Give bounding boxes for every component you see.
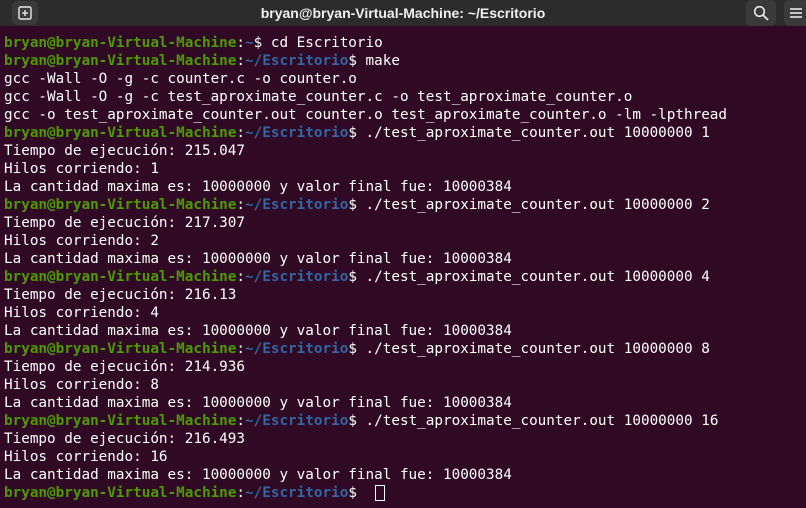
prompt-symbol: $ — [348, 269, 366, 285]
prompt-line: bryan@bryan-Virtual-Machine:~/Escritorio… — [4, 196, 806, 214]
output-line: Tiempo de ejecución: 214.936 — [4, 359, 246, 375]
prompt-path: ~/Escritorio — [245, 485, 349, 501]
prompt-separator: : — [236, 197, 246, 213]
command-text: ./test_aproximate_counter.out 10000000 8 — [365, 341, 710, 357]
output-line: La cantidad maxima es: 10000000 y valor … — [4, 251, 512, 267]
prompt-line: bryan@bryan-Virtual-Machine:~/Escritorio… — [4, 52, 806, 70]
prompt-separator: : — [236, 269, 246, 285]
output-line: Tiempo de ejecución: 216.493 — [4, 431, 246, 447]
prompt-user: bryan@bryan-Virtual-Machine — [4, 269, 237, 285]
command-text: ./test_aproximate_counter.out 10000000 1 — [365, 125, 710, 141]
prompt-symbol: $ — [348, 53, 366, 69]
prompt-line: bryan@bryan-Virtual-Machine:~/Escritorio… — [4, 124, 806, 142]
output-line: Hilos corriendo: 1 — [4, 161, 159, 177]
title-bar: bryan@bryan-Virtual-Machine: ~/Escritori… — [0, 0, 806, 26]
prompt-separator: : — [236, 35, 246, 51]
search-button[interactable] — [746, 0, 776, 26]
output-line: Tiempo de ejecución: 216.13 — [4, 287, 237, 303]
output-line: Hilos corriendo: 4 — [4, 305, 159, 321]
output-line: Tiempo de ejecución: 217.307 — [4, 215, 246, 231]
search-icon — [753, 5, 769, 21]
prompt-path: ~/Escritorio — [245, 413, 349, 429]
command-text: ./test_aproximate_counter.out 10000000 1… — [365, 413, 719, 429]
prompt-user: bryan@bryan-Virtual-Machine — [4, 485, 237, 501]
prompt-line: bryan@bryan-Virtual-Machine:~/Escritorio… — [4, 340, 806, 358]
output-line: Hilos corriendo: 8 — [4, 377, 159, 393]
command-text: cd Escritorio — [270, 35, 383, 51]
prompt-path: ~/Escritorio — [245, 269, 349, 285]
text-cursor[interactable] — [374, 485, 385, 501]
terminal-output[interactable]: bryan@bryan-Virtual-Machine:~$ cd Escrit… — [0, 26, 806, 508]
output-line: gcc -Wall -O -g -c test_aproximate_count… — [4, 89, 633, 105]
window-title: bryan@bryan-Virtual-Machine: ~/Escritori… — [260, 5, 546, 21]
output-line: La cantidad maxima es: 10000000 y valor … — [4, 395, 512, 411]
prompt-user: bryan@bryan-Virtual-Machine — [4, 125, 237, 141]
prompt-user: bryan@bryan-Virtual-Machine — [4, 53, 237, 69]
command-text: make — [365, 53, 400, 69]
prompt-path: ~/Escritorio — [245, 341, 349, 357]
prompt-path: ~/Escritorio — [245, 125, 349, 141]
output-line: La cantidad maxima es: 10000000 y valor … — [4, 179, 512, 195]
hamburger-menu-icon — [789, 7, 803, 19]
prompt-symbol: $ — [348, 125, 366, 141]
output-line: Hilos corriendo: 16 — [4, 449, 168, 465]
prompt-line: bryan@bryan-Virtual-Machine:~/Escritorio… — [4, 484, 806, 502]
menu-button[interactable] — [784, 0, 806, 26]
prompt-user: bryan@bryan-Virtual-Machine — [4, 35, 237, 51]
prompt-user: bryan@bryan-Virtual-Machine — [4, 413, 237, 429]
command-text: ./test_aproximate_counter.out 10000000 4 — [365, 269, 710, 285]
prompt-symbol: $ — [348, 197, 366, 213]
prompt-symbol: $ — [348, 413, 366, 429]
output-line: gcc -o test_aproximate_counter.out count… — [4, 107, 728, 123]
output-line: gcc -Wall -O -g -c counter.c -o counter.… — [4, 71, 357, 87]
output-line: Hilos corriendo: 2 — [4, 233, 159, 249]
output-line: La cantidad maxima es: 10000000 y valor … — [4, 467, 512, 483]
prompt-user: bryan@bryan-Virtual-Machine — [4, 197, 237, 213]
prompt-separator: : — [236, 485, 246, 501]
prompt-separator: : — [236, 53, 246, 69]
prompt-line: bryan@bryan-Virtual-Machine:~$ cd Escrit… — [4, 34, 806, 52]
prompt-user: bryan@bryan-Virtual-Machine — [4, 341, 237, 357]
prompt-path: ~/Escritorio — [245, 53, 349, 69]
output-line: Tiempo de ejecución: 215.047 — [4, 143, 246, 159]
prompt-separator: : — [236, 341, 246, 357]
prompt-symbol: $ — [253, 35, 271, 51]
prompt-path: ~/Escritorio — [245, 197, 349, 213]
prompt-line: bryan@bryan-Virtual-Machine:~/Escritorio… — [4, 412, 806, 430]
prompt-line: bryan@bryan-Virtual-Machine:~/Escritorio… — [4, 268, 806, 286]
output-line: La cantidad maxima es: 10000000 y valor … — [4, 323, 512, 339]
prompt-separator: : — [236, 125, 246, 141]
prompt-symbol: $ — [348, 485, 366, 501]
prompt-symbol: $ — [348, 341, 366, 357]
command-text: ./test_aproximate_counter.out 10000000 2 — [365, 197, 710, 213]
prompt-separator: : — [236, 413, 246, 429]
prompt-path: ~ — [245, 35, 254, 51]
terminal-window: bryan@bryan-Virtual-Machine: ~/Escritori… — [0, 0, 806, 508]
